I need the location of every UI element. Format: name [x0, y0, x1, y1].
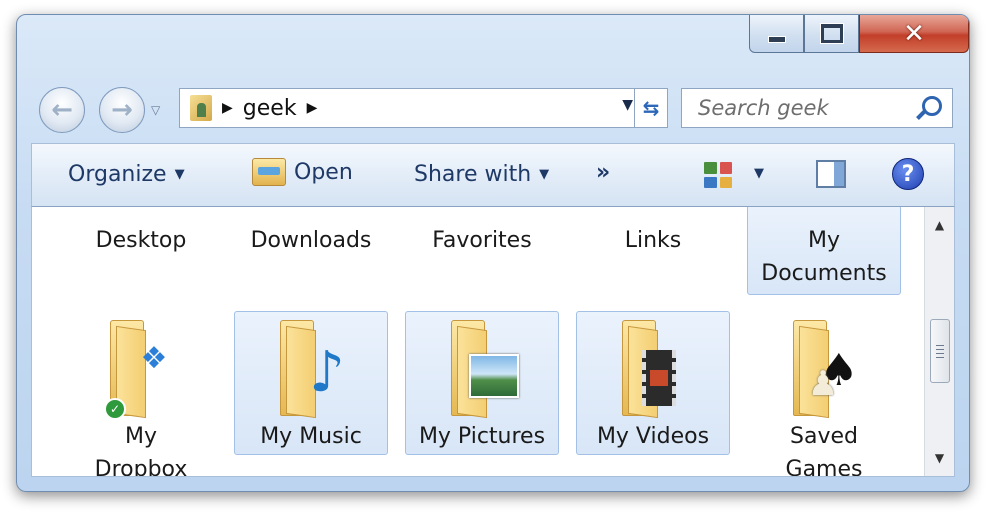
folder-icon: ♪	[280, 320, 345, 419]
search-input[interactable]	[696, 95, 910, 121]
folder-label-line2: Documents	[761, 261, 887, 286]
forward-button[interactable]: →	[99, 87, 145, 133]
refresh-arrows-icon: ⇆	[642, 96, 660, 120]
breadcrumb-geek[interactable]: geek	[243, 96, 297, 121]
folder-item-my-music[interactable]: ♪ My Music	[234, 311, 388, 455]
folder-label-line2: Dropbox	[94, 457, 188, 477]
dropbox-icon: ❖	[140, 340, 168, 376]
folder-item-my-documents[interactable]: My Documents	[747, 207, 901, 295]
scroll-up-button[interactable]: ▲	[925, 211, 954, 239]
folder-label: Downloads	[250, 228, 372, 253]
folder-item-saved-games[interactable]: ♠ ♟ Saved Games	[747, 311, 901, 477]
caret-down-icon: ▼	[754, 166, 764, 181]
folder-label: My Pictures	[418, 424, 546, 449]
folder-label-line2: Games	[785, 457, 863, 477]
folder-item-my-pictures[interactable]: My Pictures	[405, 311, 559, 455]
share-with-button[interactable]: Share with ▼	[414, 162, 549, 187]
film-strip-icon	[642, 350, 676, 406]
open-button[interactable]: Open	[252, 158, 353, 186]
folder-item-desktop[interactable]: Desktop	[64, 207, 218, 261]
picture-icon	[469, 354, 519, 398]
back-button[interactable]: ←	[39, 87, 85, 133]
folder-label: My Music	[260, 424, 362, 449]
scrollbar-thumb[interactable]	[930, 319, 950, 383]
folder-item-favorites[interactable]: Favorites	[405, 207, 559, 261]
arrow-left-icon: ←	[51, 95, 73, 125]
maximize-button[interactable]	[804, 15, 859, 53]
change-view-button[interactable]	[704, 162, 732, 188]
view-grid-icon	[704, 162, 732, 188]
help-button[interactable]: ?	[892, 158, 924, 190]
close-button[interactable]: ✕	[859, 15, 969, 53]
refresh-button[interactable]: ⇆	[634, 88, 667, 128]
folder-icon	[622, 320, 684, 419]
caret-down-icon: ▼	[539, 167, 550, 182]
folder-item-my-dropbox[interactable]: ❖ ✓ My Dropbox	[64, 311, 218, 477]
preview-pane-icon	[816, 160, 846, 188]
folder-label: Favorites	[432, 228, 532, 253]
vertical-scrollbar[interactable]: ▲ ▼	[924, 207, 954, 476]
share-with-label: Share with	[414, 162, 532, 187]
command-bar: Organize ▼ Open Share with ▼ » ▼ ?	[31, 143, 955, 207]
folder-label-line1: My	[807, 228, 840, 253]
folder-icon: ❖ ✓	[104, 320, 172, 420]
scroll-down-icon: ▼	[934, 451, 945, 465]
folder-item-downloads[interactable]: Downloads	[234, 207, 388, 261]
explorer-window: ✕ ← → ▽ ▶ geek ▶ ▼ ⇆ Organize ▼ Open	[16, 14, 970, 492]
more-commands-button[interactable]: »	[596, 160, 610, 185]
minimize-button[interactable]	[749, 15, 804, 53]
folder-item-links[interactable]: Links	[576, 207, 730, 261]
address-history-dropdown[interactable]: ▼	[622, 97, 633, 113]
close-icon: ✕	[903, 18, 925, 49]
folder-icon: ♠ ♟	[793, 320, 859, 419]
help-icon: ?	[892, 158, 924, 190]
folder-label-line1: My	[124, 424, 157, 449]
scroll-down-button[interactable]: ▼	[925, 444, 954, 472]
folder-label: Links	[624, 228, 682, 253]
maximize-icon	[820, 24, 843, 43]
scroll-up-icon: ▲	[934, 218, 945, 232]
folder-icon	[451, 320, 519, 419]
minimize-icon	[767, 36, 786, 43]
user-folder-icon	[190, 95, 212, 121]
music-note-icon: ♪	[309, 339, 345, 405]
caret-down-icon: ▼	[174, 167, 185, 182]
search-box[interactable]	[681, 88, 953, 128]
breadcrumb-arrow-icon[interactable]: ▶	[222, 100, 233, 116]
open-label: Open	[294, 159, 353, 185]
open-folder-icon	[252, 158, 286, 186]
folder-label: My Videos	[596, 424, 710, 449]
breadcrumb-arrow-icon[interactable]: ▶	[307, 100, 318, 116]
address-bar[interactable]: ▶ geek ▶ ▼ ⇆	[179, 88, 668, 128]
organize-button[interactable]: Organize ▼	[68, 162, 185, 187]
recent-pages-button[interactable]: ▽	[151, 103, 160, 117]
chevron-down-icon: ▽	[151, 103, 161, 117]
chess-pawn-icon: ♟	[807, 364, 839, 404]
arrow-right-icon: →	[111, 95, 133, 125]
more-commands-label: »	[596, 160, 611, 185]
folder-label-line1: Saved	[790, 424, 858, 449]
folder-item-my-videos[interactable]: My Videos	[576, 311, 730, 455]
sync-check-icon: ✓	[104, 398, 126, 420]
folder-label: Desktop	[95, 228, 187, 253]
file-list: Desktop Downloads Favorites Links My Doc…	[31, 207, 955, 477]
search-icon[interactable]	[922, 96, 942, 116]
organize-label: Organize	[68, 162, 167, 187]
caption-buttons: ✕	[749, 15, 969, 55]
preview-pane-button[interactable]	[816, 160, 846, 188]
view-options-dropdown[interactable]: ▼	[754, 166, 764, 181]
